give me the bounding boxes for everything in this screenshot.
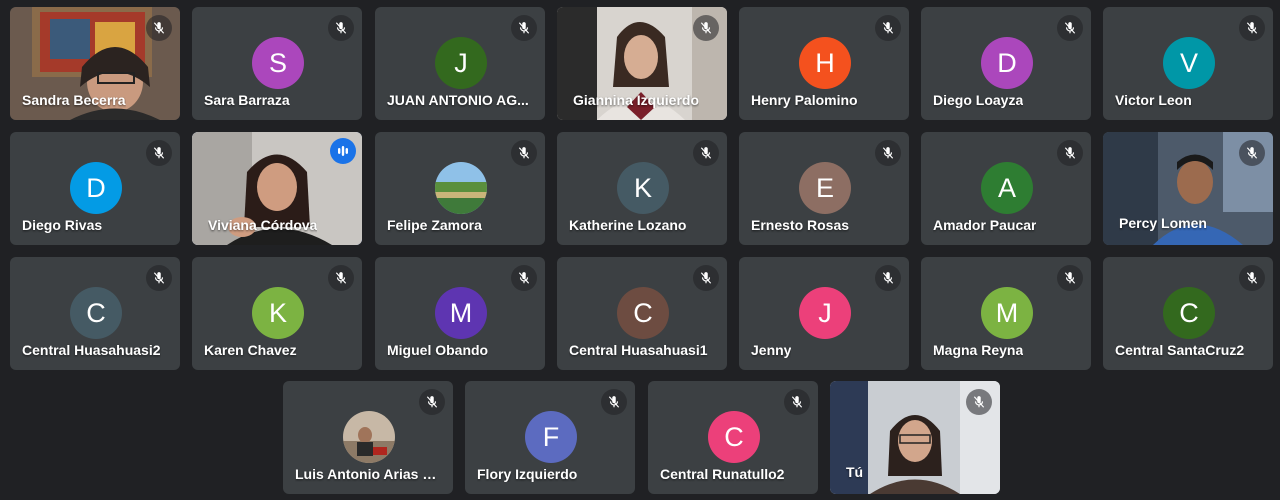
participant-name: Central Runatullo2 bbox=[660, 466, 785, 482]
participant-tile-giannina[interactable]: Giannina Izquierdo bbox=[557, 7, 727, 120]
mic-muted-icon bbox=[328, 15, 354, 41]
avatar: D bbox=[981, 37, 1033, 89]
participant-name: Viviana Córdova bbox=[208, 217, 318, 233]
mic-muted-icon bbox=[1057, 140, 1083, 166]
mic-muted-icon bbox=[1239, 265, 1265, 291]
mic-muted-icon bbox=[693, 140, 719, 166]
mic-muted-icon bbox=[1239, 15, 1265, 41]
avatar: K bbox=[252, 287, 304, 339]
participant-tile-magna[interactable]: M Magna Reyna bbox=[921, 257, 1091, 370]
participant-name: Flory Izquierdo bbox=[477, 466, 578, 482]
participant-tile-karen[interactable]: K Karen Chavez bbox=[192, 257, 362, 370]
mic-muted-icon bbox=[693, 265, 719, 291]
participant-tile-flory[interactable]: F Flory Izquierdo bbox=[465, 381, 635, 494]
participant-name: Karen Chavez bbox=[204, 342, 297, 358]
mic-muted-icon bbox=[601, 389, 627, 415]
participant-tile-jenny[interactable]: J Jenny bbox=[739, 257, 909, 370]
avatar: V bbox=[1163, 37, 1215, 89]
participant-name: Percy Lomen bbox=[1119, 215, 1207, 231]
participant-name: Jenny bbox=[751, 342, 792, 358]
avatar bbox=[343, 411, 395, 463]
participant-tile-percy[interactable]: Percy Lomen bbox=[1103, 132, 1273, 245]
participant-name: Giannina Izquierdo bbox=[573, 92, 700, 108]
avatar: C bbox=[708, 411, 760, 463]
participant-name: Amador Paucar bbox=[933, 217, 1037, 233]
avatar: E bbox=[799, 162, 851, 214]
avatar: M bbox=[981, 287, 1033, 339]
mic-muted-icon bbox=[1239, 140, 1265, 166]
participant-tile-victor[interactable]: V Victor Leon bbox=[1103, 7, 1273, 120]
mic-muted-icon bbox=[146, 15, 172, 41]
participant-tile-miguel[interactable]: M Miguel Obando bbox=[375, 257, 545, 370]
participant-tile-luis[interactable]: Luis Antonio Arias B... bbox=[283, 381, 453, 494]
avatar: F bbox=[525, 411, 577, 463]
participant-name: Sara Barraza bbox=[204, 92, 290, 108]
participant-name: Tú bbox=[846, 464, 864, 480]
participant-tile-ernesto[interactable]: E Ernesto Rosas bbox=[739, 132, 909, 245]
participant-name: Victor Leon bbox=[1115, 92, 1192, 108]
mic-muted-icon bbox=[693, 15, 719, 41]
mic-muted-icon bbox=[146, 140, 172, 166]
avatar: C bbox=[617, 287, 669, 339]
landscape-photo-icon bbox=[435, 162, 487, 214]
avatar: M bbox=[435, 287, 487, 339]
mic-muted-icon bbox=[328, 265, 354, 291]
mic-muted-icon bbox=[146, 265, 172, 291]
mic-muted-icon bbox=[419, 389, 445, 415]
participant-name: Central Huasahuasi2 bbox=[22, 342, 161, 358]
mic-muted-icon bbox=[875, 265, 901, 291]
avatar: C bbox=[70, 287, 122, 339]
mic-muted-icon bbox=[875, 15, 901, 41]
avatar: J bbox=[435, 37, 487, 89]
participant-tile-viviana[interactable]: Viviana Córdova bbox=[192, 132, 362, 245]
mic-muted-icon bbox=[511, 140, 537, 166]
speaking-indicator-icon bbox=[330, 138, 356, 164]
profile-photo-icon bbox=[343, 411, 395, 463]
participant-name: Central Huasahuasi1 bbox=[569, 342, 708, 358]
mic-muted-icon bbox=[511, 15, 537, 41]
participant-name: Central SantaCruz2 bbox=[1115, 342, 1245, 358]
avatar: C bbox=[1163, 287, 1215, 339]
participant-name: Sandra Becerra bbox=[22, 92, 126, 108]
participant-tile-diego-rivas[interactable]: D Diego Rivas bbox=[10, 132, 180, 245]
participant-tile-juan[interactable]: J JUAN ANTONIO AG... bbox=[375, 7, 545, 120]
avatar: J bbox=[799, 287, 851, 339]
participant-name: Katherine Lozano bbox=[569, 217, 687, 233]
participant-tile-diego-loayza[interactable]: D Diego Loayza bbox=[921, 7, 1091, 120]
avatar: D bbox=[70, 162, 122, 214]
avatar bbox=[435, 162, 487, 214]
participant-tile-central-santacruz2[interactable]: C Central SantaCruz2 bbox=[1103, 257, 1273, 370]
participant-name: JUAN ANTONIO AG... bbox=[387, 92, 529, 108]
participant-tile-sandra[interactable]: Sandra Becerra bbox=[10, 7, 180, 120]
participant-name: Magna Reyna bbox=[933, 342, 1024, 358]
participant-name: Henry Palomino bbox=[751, 92, 858, 108]
participant-tile-katherine[interactable]: K Katherine Lozano bbox=[557, 132, 727, 245]
mic-muted-icon bbox=[1057, 265, 1083, 291]
participant-name: Ernesto Rosas bbox=[751, 217, 850, 233]
participant-tile-central-huasahuasi1[interactable]: C Central Huasahuasi1 bbox=[557, 257, 727, 370]
participant-tile-sara[interactable]: S Sara Barraza bbox=[192, 7, 362, 120]
participant-name: Miguel Obando bbox=[387, 342, 489, 358]
mic-muted-icon bbox=[966, 389, 992, 415]
avatar: A bbox=[981, 162, 1033, 214]
mic-muted-icon bbox=[875, 140, 901, 166]
participant-grid: Sandra Becerra S Sara Barraza J JUAN ANT… bbox=[0, 0, 1280, 500]
participant-name: Felipe Zamora bbox=[387, 217, 482, 233]
participant-name: Diego Loayza bbox=[933, 92, 1024, 108]
participant-tile-central-huasahuasi2[interactable]: C Central Huasahuasi2 bbox=[10, 257, 180, 370]
mic-muted-icon bbox=[1057, 15, 1083, 41]
avatar: K bbox=[617, 162, 669, 214]
mic-muted-icon bbox=[784, 389, 810, 415]
avatar: S bbox=[252, 37, 304, 89]
participant-tile-amador[interactable]: A Amador Paucar bbox=[921, 132, 1091, 245]
participant-tile-felipe[interactable]: Felipe Zamora bbox=[375, 132, 545, 245]
participant-tile-central-runatullo2[interactable]: C Central Runatullo2 bbox=[648, 381, 818, 494]
mic-muted-icon bbox=[511, 265, 537, 291]
participant-name: Diego Rivas bbox=[22, 217, 103, 233]
participant-tile-henry[interactable]: H Henry Palomino bbox=[739, 7, 909, 120]
participant-name: Luis Antonio Arias B... bbox=[295, 466, 441, 482]
participant-tile-self[interactable]: Tú bbox=[830, 381, 1000, 494]
avatar: H bbox=[799, 37, 851, 89]
